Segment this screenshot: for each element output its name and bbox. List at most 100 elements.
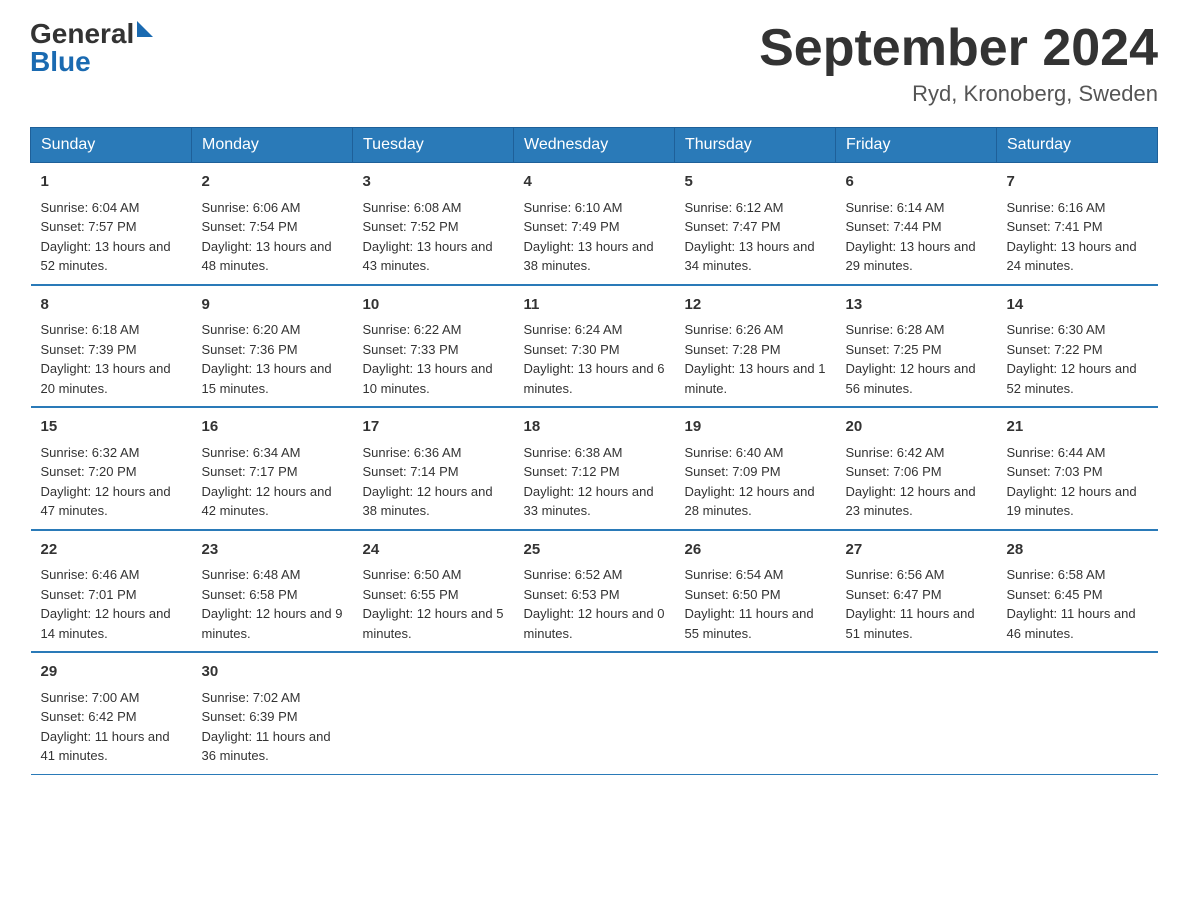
day-number: 19 <box>685 416 826 439</box>
calendar-cell: 16Sunrise: 6:34 AMSunset: 7:17 PMDayligh… <box>192 407 353 530</box>
calendar-cell: 2 Sunrise: 6:06 AMSunset: 7:54 PMDaylight… <box>192 163 353 285</box>
day-info: Sunrise: 6:08 AMSunset: 7:52 PMDaylight:… <box>363 198 504 276</box>
calendar-cell <box>997 652 1158 774</box>
calendar-week-row: 15 Sunrise: 6:32 AMSunset: 7:20 PMDayligh… <box>31 407 1158 530</box>
calendar-cell: 12 Sunrise: 6:26 AMSunset: 7:28 PMDayligh… <box>675 285 836 408</box>
calendar-cell: 29 Sunrise: 7:00 AMSunset: 6:42 PMDayligh… <box>31 652 192 774</box>
day-number: 29 <box>41 661 182 684</box>
calendar-cell: 4Sunrise: 6:10 AMSunset: 7:49 PMDaylight… <box>514 163 675 285</box>
calendar-cell: 25 Sunrise: 6:52 AMSunset: 6:53 PMDayligh… <box>514 530 675 653</box>
day-info: Sunrise: 6:32 AMSunset: 7:20 PMDaylight:… <box>41 443 182 521</box>
day-info: Sunrise: 6:12 AMSunset: 7:47 PMDaylight:… <box>685 198 826 276</box>
day-info: Sunrise: 6:14 AMSunset: 7:44 PMDaylight:… <box>846 198 987 276</box>
location-subtitle: Ryd, Kronoberg, Sweden <box>759 81 1158 107</box>
day-number: 5 <box>685 171 826 194</box>
calendar-cell: 11 Sunrise: 6:24 AMSunset: 7:30 PMDayligh… <box>514 285 675 408</box>
calendar-cell <box>675 652 836 774</box>
calendar-cell <box>836 652 997 774</box>
col-header-thursday: Thursday <box>675 128 836 163</box>
calendar-cell: 26 Sunrise: 6:54 AMSunset: 6:50 PMDayligh… <box>675 530 836 653</box>
day-info: Sunrise: 6:16 AMSunset: 7:41 PMDaylight:… <box>1007 198 1148 276</box>
calendar-cell: 3Sunrise: 6:08 AMSunset: 7:52 PMDaylight… <box>353 163 514 285</box>
day-info: Sunrise: 6:04 AMSunset: 7:57 PMDaylight:… <box>41 198 182 276</box>
day-number: 21 <box>1007 416 1148 439</box>
day-info: Sunrise: 6:10 AMSunset: 7:49 PMDaylight:… <box>524 198 665 276</box>
day-info: Sunrise: 6:26 AMSunset: 7:28 PMDaylight:… <box>685 320 826 398</box>
day-info: Sunrise: 6:40 AMSunset: 7:09 PMDaylight:… <box>685 443 826 521</box>
day-number: 17 <box>363 416 504 439</box>
calendar-table: SundayMondayTuesdayWednesdayThursdayFrid… <box>30 127 1158 775</box>
col-header-tuesday: Tuesday <box>353 128 514 163</box>
day-number: 26 <box>685 539 826 562</box>
calendar-cell: 5 Sunrise: 6:12 AMSunset: 7:47 PMDaylight… <box>675 163 836 285</box>
day-number: 11 <box>524 294 665 317</box>
day-info: Sunrise: 6:06 AMSunset: 7:54 PMDaylight:… <box>202 198 343 276</box>
day-number: 22 <box>41 539 182 562</box>
col-header-friday: Friday <box>836 128 997 163</box>
logo-blue-text: Blue <box>30 48 91 76</box>
calendar-cell <box>514 652 675 774</box>
day-number: 28 <box>1007 539 1148 562</box>
day-info: Sunrise: 6:54 AMSunset: 6:50 PMDaylight:… <box>685 565 826 643</box>
logo-general-text: General <box>30 20 134 48</box>
calendar-cell: 8 Sunrise: 6:18 AMSunset: 7:39 PMDaylight… <box>31 285 192 408</box>
calendar-week-row: 8 Sunrise: 6:18 AMSunset: 7:39 PMDaylight… <box>31 285 1158 408</box>
col-header-sunday: Sunday <box>31 128 192 163</box>
calendar-cell: 21 Sunrise: 6:44 AMSunset: 7:03 PMDayligh… <box>997 407 1158 530</box>
day-info: Sunrise: 6:20 AMSunset: 7:36 PMDaylight:… <box>202 320 343 398</box>
calendar-cell: 15 Sunrise: 6:32 AMSunset: 7:20 PMDayligh… <box>31 407 192 530</box>
day-info: Sunrise: 6:58 AMSunset: 6:45 PMDaylight:… <box>1007 565 1148 643</box>
day-number: 15 <box>41 416 182 439</box>
col-header-wednesday: Wednesday <box>514 128 675 163</box>
calendar-week-row: 22Sunrise: 6:46 AMSunset: 7:01 PMDayligh… <box>31 530 1158 653</box>
day-number: 1 <box>41 171 182 194</box>
day-number: 12 <box>685 294 826 317</box>
calendar-cell: 20 Sunrise: 6:42 AMSunset: 7:06 PMDayligh… <box>836 407 997 530</box>
calendar-cell: 7 Sunrise: 6:16 AMSunset: 7:41 PMDaylight… <box>997 163 1158 285</box>
day-number: 13 <box>846 294 987 317</box>
day-info: Sunrise: 6:24 AMSunset: 7:30 PMDaylight:… <box>524 320 665 398</box>
calendar-cell: 10Sunrise: 6:22 AMSunset: 7:33 PMDayligh… <box>353 285 514 408</box>
day-number: 8 <box>41 294 182 317</box>
day-number: 7 <box>1007 171 1148 194</box>
day-info: Sunrise: 6:48 AMSunset: 6:58 PMDaylight:… <box>202 565 343 643</box>
day-info: Sunrise: 6:22 AMSunset: 7:33 PMDaylight:… <box>363 320 504 398</box>
calendar-cell: 28 Sunrise: 6:58 AMSunset: 6:45 PMDayligh… <box>997 530 1158 653</box>
day-info: Sunrise: 6:56 AMSunset: 6:47 PMDaylight:… <box>846 565 987 643</box>
day-number: 25 <box>524 539 665 562</box>
day-number: 27 <box>846 539 987 562</box>
calendar-cell: 9Sunrise: 6:20 AMSunset: 7:36 PMDaylight… <box>192 285 353 408</box>
day-info: Sunrise: 6:36 AMSunset: 7:14 PMDaylight:… <box>363 443 504 521</box>
calendar-cell: 14 Sunrise: 6:30 AMSunset: 7:22 PMDayligh… <box>997 285 1158 408</box>
day-info: Sunrise: 6:44 AMSunset: 7:03 PMDaylight:… <box>1007 443 1148 521</box>
day-number: 2 <box>202 171 343 194</box>
day-number: 6 <box>846 171 987 194</box>
calendar-cell: 24 Sunrise: 6:50 AMSunset: 6:55 PMDayligh… <box>353 530 514 653</box>
calendar-week-row: 29 Sunrise: 7:00 AMSunset: 6:42 PMDayligh… <box>31 652 1158 774</box>
day-number: 14 <box>1007 294 1148 317</box>
calendar-week-row: 1 Sunrise: 6:04 AMSunset: 7:57 PMDaylight… <box>31 163 1158 285</box>
calendar-cell <box>353 652 514 774</box>
calendar-cell: 23Sunrise: 6:48 AMSunset: 6:58 PMDayligh… <box>192 530 353 653</box>
day-info: Sunrise: 6:42 AMSunset: 7:06 PMDaylight:… <box>846 443 987 521</box>
calendar-header-row: SundayMondayTuesdayWednesdayThursdayFrid… <box>31 128 1158 163</box>
day-number: 18 <box>524 416 665 439</box>
day-info: Sunrise: 6:50 AMSunset: 6:55 PMDaylight:… <box>363 565 504 643</box>
day-info: Sunrise: 6:30 AMSunset: 7:22 PMDaylight:… <box>1007 320 1148 398</box>
calendar-cell: 19 Sunrise: 6:40 AMSunset: 7:09 PMDayligh… <box>675 407 836 530</box>
calendar-cell: 27 Sunrise: 6:56 AMSunset: 6:47 PMDayligh… <box>836 530 997 653</box>
day-info: Sunrise: 6:18 AMSunset: 7:39 PMDaylight:… <box>41 320 182 398</box>
day-info: Sunrise: 6:52 AMSunset: 6:53 PMDaylight:… <box>524 565 665 643</box>
day-info: Sunrise: 6:34 AMSunset: 7:17 PMDaylight:… <box>202 443 343 521</box>
calendar-cell: 6 Sunrise: 6:14 AMSunset: 7:44 PMDaylight… <box>836 163 997 285</box>
col-header-monday: Monday <box>192 128 353 163</box>
calendar-cell: 1 Sunrise: 6:04 AMSunset: 7:57 PMDaylight… <box>31 163 192 285</box>
day-number: 24 <box>363 539 504 562</box>
day-number: 20 <box>846 416 987 439</box>
day-info: Sunrise: 7:02 AMSunset: 6:39 PMDaylight:… <box>202 688 343 766</box>
day-info: Sunrise: 7:00 AMSunset: 6:42 PMDaylight:… <box>41 688 182 766</box>
col-header-saturday: Saturday <box>997 128 1158 163</box>
calendar-cell: 22Sunrise: 6:46 AMSunset: 7:01 PMDayligh… <box>31 530 192 653</box>
calendar-cell: 17 Sunrise: 6:36 AMSunset: 7:14 PMDayligh… <box>353 407 514 530</box>
calendar-cell: 30Sunrise: 7:02 AMSunset: 6:39 PMDayligh… <box>192 652 353 774</box>
